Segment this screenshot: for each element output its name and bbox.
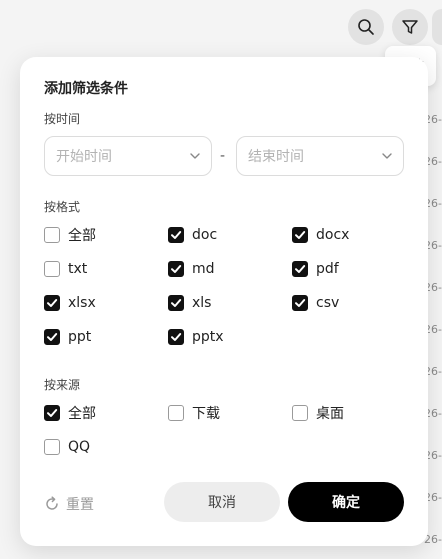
time-separator: - — [220, 148, 226, 164]
checkbox[interactable] — [168, 329, 184, 345]
checkbox[interactable] — [44, 261, 60, 277]
start-time-select[interactable]: 开始时间 — [44, 136, 212, 176]
format-option-label: 全部 — [68, 228, 96, 244]
format-option-xls[interactable]: xls — [168, 294, 211, 312]
format-option-doc[interactable]: doc — [168, 226, 217, 244]
checkbox[interactable] — [168, 261, 184, 277]
search-button[interactable] — [348, 9, 384, 45]
format-option-pptx[interactable]: pptx — [168, 328, 224, 346]
format-option-label: doc — [192, 227, 218, 243]
check-icon — [295, 265, 306, 273]
format-option-md[interactable]: md — [168, 260, 215, 278]
check-icon — [47, 409, 58, 417]
reset-icon — [46, 496, 58, 510]
format-option-label: pptx — [192, 329, 224, 345]
format-option-label: xlsx — [68, 295, 96, 311]
checkbox[interactable] — [292, 227, 308, 243]
time-section-label: 按时间 — [44, 112, 81, 126]
source-option-download[interactable]: 下载 — [168, 404, 220, 422]
checkbox[interactable] — [292, 405, 308, 421]
check-icon — [171, 299, 182, 307]
check-icon — [171, 333, 182, 341]
check-icon — [295, 231, 306, 239]
check-icon — [47, 333, 58, 341]
format-option-ppt[interactable]: ppt — [44, 328, 91, 346]
checkbox[interactable] — [292, 295, 308, 311]
format-option-label: txt — [68, 261, 88, 277]
format-option-label: pdf — [316, 261, 339, 277]
format-option-csv[interactable]: csv — [292, 294, 339, 312]
start-time-placeholder: 开始时间 — [56, 149, 112, 165]
format-option-label: docx — [316, 227, 350, 243]
format-section-label: 按格式 — [44, 200, 81, 214]
source-option-label: QQ — [68, 439, 91, 455]
end-time-select[interactable]: 结束时间 — [236, 136, 404, 176]
check-icon — [47, 299, 58, 307]
filter-button[interactable] — [392, 9, 428, 45]
checkbox[interactable] — [292, 261, 308, 277]
source-section-label: 按来源 — [44, 378, 81, 392]
check-icon — [171, 265, 182, 273]
format-option-pdf[interactable]: pdf — [292, 260, 339, 278]
format-option-all[interactable]: 全部 — [44, 226, 96, 244]
confirm-button[interactable]: 确定 — [288, 482, 404, 522]
check-icon — [171, 231, 182, 239]
format-option-txt[interactable]: txt — [44, 260, 87, 278]
format-option-xlsx[interactable]: xlsx — [44, 294, 96, 312]
cancel-button[interactable]: 取消 — [164, 482, 280, 522]
format-option-label: ppt — [68, 329, 92, 345]
checkbox[interactable] — [168, 295, 184, 311]
checkbox[interactable] — [168, 227, 184, 243]
format-option-docx[interactable]: docx — [292, 226, 349, 244]
chevron-down-icon — [190, 153, 200, 159]
source-option-label: 全部 — [68, 406, 96, 422]
more-button[interactable] — [432, 9, 442, 45]
source-option-label: 桌面 — [316, 406, 344, 422]
format-option-label: csv — [316, 295, 340, 311]
reset-button[interactable]: 重置 — [44, 494, 94, 514]
reset-label: 重置 — [66, 497, 94, 513]
check-icon — [295, 299, 306, 307]
format-option-label: xls — [192, 295, 212, 311]
checkbox[interactable] — [44, 295, 60, 311]
checkbox[interactable] — [44, 329, 60, 345]
end-time-placeholder: 结束时间 — [248, 149, 304, 165]
filter-panel: 添加筛选条件 按时间 开始时间 - 结束时间 按格式 全部 doc docx t… — [20, 57, 428, 546]
source-option-desktop[interactable]: 桌面 — [292, 404, 344, 422]
source-option-qq[interactable]: QQ — [44, 438, 90, 456]
panel-title: 添加筛选条件 — [44, 81, 128, 97]
source-option-label: 下载 — [192, 406, 220, 422]
checkbox[interactable] — [168, 405, 184, 421]
source-option-all[interactable]: 全部 — [44, 404, 96, 422]
checkbox[interactable] — [44, 439, 60, 455]
filter-icon — [402, 20, 418, 34]
checkbox[interactable] — [44, 405, 60, 421]
format-option-label: md — [192, 261, 215, 277]
search-icon — [358, 19, 374, 35]
checkbox[interactable] — [44, 227, 60, 243]
chevron-down-icon — [382, 153, 392, 159]
